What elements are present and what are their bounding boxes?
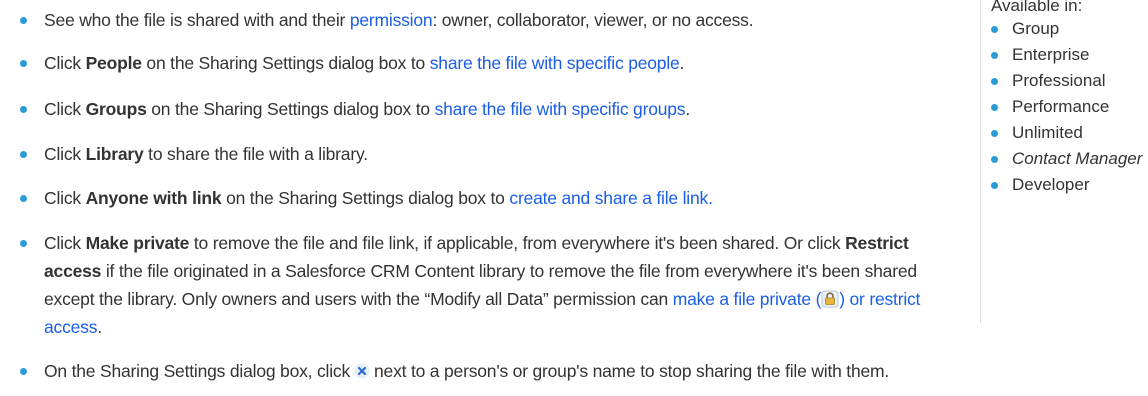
groups-label: Groups xyxy=(85,99,147,119)
anyone-with-link-label: Anyone with link xyxy=(85,188,222,208)
list-item-library: Click Library to share the file with a l… xyxy=(20,140,368,168)
availability-sidebar: Available in: Group Enterprise Professio… xyxy=(980,0,1148,323)
edition-label: Unlimited xyxy=(1012,123,1083,142)
permission-link[interactable]: permission xyxy=(350,10,433,30)
list-item-stop-sharing: On the Sharing Settings dialog box, clic… xyxy=(20,357,1148,385)
bullet xyxy=(991,26,998,33)
item-text: next to a person's or group's name to st… xyxy=(374,361,890,381)
editions-list: Group Enterprise Professional Performanc… xyxy=(991,16,1148,198)
list-item-permission: See who the file is shared with and thei… xyxy=(20,6,754,34)
item-text: on the Sharing Settings dialog box to xyxy=(146,99,435,119)
bullet xyxy=(20,240,27,247)
bullet xyxy=(20,60,27,67)
share-groups-link[interactable]: share the file with specific groups xyxy=(435,99,686,119)
edition-item: Developer xyxy=(991,172,1148,198)
item-text: See who the file is shared with and thei… xyxy=(44,10,350,30)
edition-label: Developer xyxy=(1012,175,1090,194)
bullet xyxy=(991,182,998,189)
close-icon xyxy=(354,363,370,379)
make-private-link-text: make a file private ( xyxy=(672,289,822,309)
edition-label: Group xyxy=(1012,19,1060,38)
sidebar-title: Available in: xyxy=(991,0,1083,15)
bullet xyxy=(991,52,998,59)
edition-item: Contact Manager xyxy=(991,146,1148,172)
edition-label: Contact Manager xyxy=(1012,149,1143,168)
item-text: . xyxy=(679,53,685,73)
bullet xyxy=(20,368,27,375)
bullet xyxy=(991,104,998,111)
edition-item: Enterprise xyxy=(991,42,1148,68)
bullet xyxy=(991,156,998,163)
list-item-people: Click People on the Sharing Settings dia… xyxy=(20,49,684,77)
bullet xyxy=(20,17,27,24)
list-item-groups: Click Groups on the Sharing Settings dia… xyxy=(20,95,690,123)
item-text: Click xyxy=(44,99,86,119)
item-text: . xyxy=(685,99,691,119)
bullet xyxy=(20,151,27,158)
edition-item: Unlimited xyxy=(991,120,1148,146)
library-label: Library xyxy=(85,144,144,164)
list-item-make-private: Click Make private to remove the file an… xyxy=(20,229,960,341)
bullet xyxy=(991,130,998,137)
edition-item: Performance xyxy=(991,94,1148,120)
item-text: Click xyxy=(44,233,86,253)
item-text: . xyxy=(97,317,102,337)
people-label: People xyxy=(85,53,142,73)
item-text: On the Sharing Settings dialog box, clic… xyxy=(44,361,351,381)
item-text: Click xyxy=(44,53,86,73)
lock-icon xyxy=(821,290,839,308)
item-text: to share the file with a library. xyxy=(143,144,368,164)
edition-label: Enterprise xyxy=(1012,45,1090,64)
edition-label: Performance xyxy=(1012,97,1110,116)
item-text: to remove the file and file link, if app… xyxy=(189,233,846,253)
item-text: on the Sharing Settings dialog box to xyxy=(221,188,510,208)
edition-label: Professional xyxy=(1012,71,1106,90)
item-text: Click xyxy=(44,144,86,164)
item-text: : owner, collaborator, viewer, or no acc… xyxy=(432,10,754,30)
bullet xyxy=(20,106,27,113)
item-text: Click xyxy=(44,188,86,208)
edition-item: Group xyxy=(991,16,1148,42)
edition-item: Professional xyxy=(991,68,1148,94)
list-item-anyone-with-link: Click Anyone with link on the Sharing Se… xyxy=(20,184,713,212)
make-private-label: Make private xyxy=(85,233,190,253)
share-people-link[interactable]: share the file with specific people xyxy=(430,53,680,73)
create-file-link-link[interactable]: create and share a file link. xyxy=(509,188,713,208)
item-text: on the Sharing Settings dialog box to xyxy=(141,53,430,73)
bullet xyxy=(991,78,998,85)
bullet xyxy=(20,195,27,202)
